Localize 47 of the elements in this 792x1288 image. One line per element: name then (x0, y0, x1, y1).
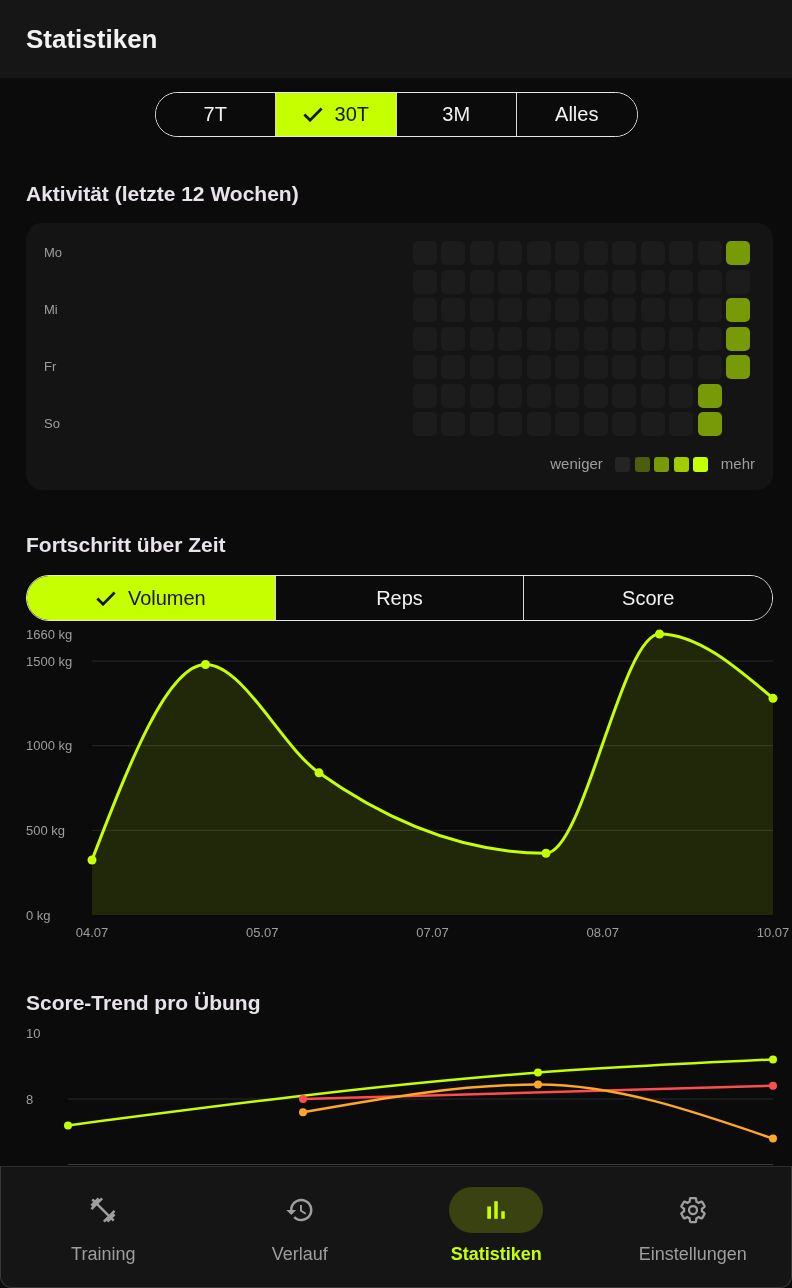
section-title: Fortschritt über Zeit (26, 532, 227, 558)
data-point (299, 1108, 307, 1117)
axis-label: 1000 kg (26, 738, 73, 754)
nav-item[interactable]: Training (5, 1167, 202, 1287)
section-title: Score-Trend pro Übung (26, 990, 262, 1016)
data-point (769, 1055, 777, 1064)
data-point (201, 659, 210, 669)
metric-tab[interactable]: Volumen (27, 576, 275, 620)
data-point (534, 1068, 542, 1077)
axis-label: 1500 kg (26, 653, 73, 669)
nav-item[interactable]: Einstellungen (594, 1167, 791, 1287)
axis-label: 500 kg (26, 822, 66, 838)
data-point (769, 1134, 777, 1143)
data-point (541, 848, 551, 858)
settings-icon (677, 1195, 708, 1225)
axis-label: 08.07 (586, 924, 619, 940)
check-icon (302, 107, 323, 122)
legend-label: mehr (720, 454, 755, 474)
day-label: Mi (44, 302, 59, 318)
page-title: Statistiken (26, 23, 158, 55)
day-label: Mo (44, 245, 63, 261)
axis-label: 8 (26, 1092, 34, 1107)
axis-label: 05.07 (246, 924, 279, 940)
axis-label: 1660 kg (26, 626, 73, 642)
nav-item[interactable]: Verlauf (201, 1167, 398, 1287)
axis-label: 07.07 (416, 924, 449, 940)
data-point (299, 1095, 307, 1103)
data-point (314, 768, 324, 778)
data-point (769, 1081, 777, 1090)
period-tab[interactable]: Alles (516, 93, 637, 136)
axis-label: 10 (26, 1026, 41, 1041)
section-title: Aktivität (letzte 12 Wochen) (26, 181, 300, 207)
axis-label: 04.07 (75, 924, 109, 940)
data-point (655, 629, 664, 639)
period-tab[interactable]: 30T (275, 93, 396, 136)
data-point (534, 1080, 542, 1089)
axis-label: 10.07 (756, 924, 790, 940)
data-point (768, 693, 778, 703)
metric-tab[interactable]: Score (523, 576, 772, 620)
legend-label: weniger (550, 454, 603, 474)
day-label: Fr (44, 359, 58, 375)
axis-label: 0 kg (26, 907, 51, 923)
check-icon (95, 590, 116, 606)
data-point (64, 1121, 72, 1130)
day-label: So (44, 416, 61, 432)
nav-item[interactable]: Statistiken (398, 1167, 595, 1287)
data-point (87, 855, 97, 865)
